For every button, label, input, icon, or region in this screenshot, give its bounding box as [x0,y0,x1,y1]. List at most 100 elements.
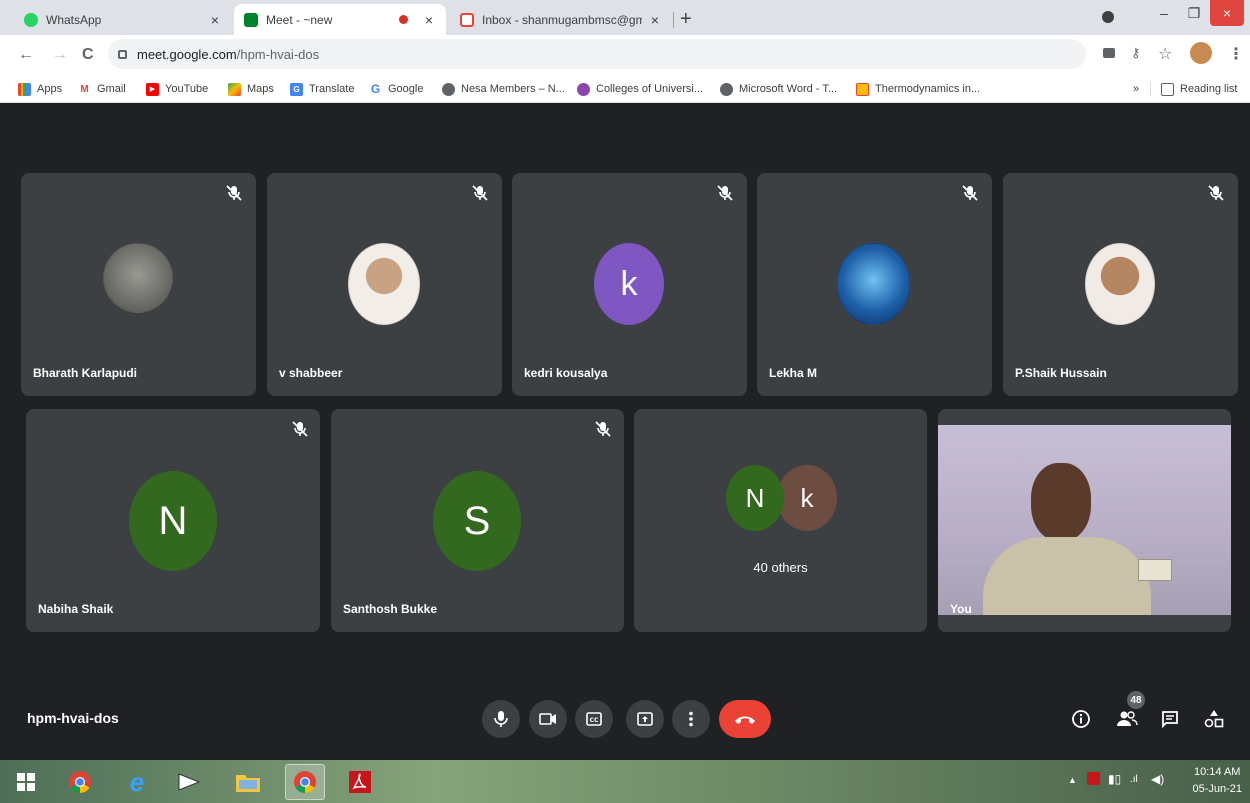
bookmark-maps[interactable]: Maps [228,81,274,97]
participant-tile[interactable]: Lekha M [757,173,992,396]
google-icon: G [370,82,381,96]
mic-off-icon [472,185,488,201]
participant-avatar: S [433,471,521,571]
camera-button[interactable] [529,700,567,738]
clock-date: 05-Jun-21 [1192,783,1242,795]
bookmark-gmail[interactable]: M Gmail [78,81,125,97]
participant-tile[interactable]: k kedri kousalya [512,173,747,396]
camera-icon [539,713,556,725]
reading-list-button[interactable]: Reading list [1161,81,1237,97]
present-screen-button[interactable] [626,700,664,738]
more-bookmarks-button[interactable]: » [1133,81,1139,97]
bookmark-label: Microsoft Word - T... [739,83,838,95]
participant-avatar [348,243,420,325]
profile-avatar[interactable] [1190,42,1212,64]
bookmark-google[interactable]: G Google [369,81,424,97]
bookmark-word[interactable]: Microsoft Word - T... [720,81,837,97]
bookmark-label: Translate [309,83,355,95]
tab-meet[interactable]: Meet - ~new × [234,4,446,35]
participant-tile[interactable]: v shabbeer [267,173,502,396]
back-button[interactable]: ← [18,46,34,64]
acrobat-icon [349,771,371,793]
participant-tile[interactable]: S Santhosh Bukke [331,409,624,632]
new-tab-button[interactable]: + [680,8,692,31]
taskbar-acrobat[interactable] [340,764,380,800]
participant-name: v shabbeer [279,366,343,380]
volume-icon[interactable]: ◀) [1151,772,1164,786]
taskbar-chrome-active[interactable] [285,764,325,800]
tab-divider [673,12,674,28]
password-key-icon[interactable]: ⚷ [1131,45,1141,61]
forward-button[interactable]: → [52,46,68,64]
participant-tile[interactable]: Bharath Karlapudi [21,173,256,396]
start-button[interactable] [6,764,46,800]
bookmark-divider [1150,82,1151,96]
windows-taskbar: e ▲ ▮▯ .ıl ◀) 10:14 AM 05-Jun-21 [0,760,1250,803]
chat-icon [1162,711,1178,728]
bookmark-label: Colleges of Universi... [596,83,703,95]
close-tab-icon[interactable]: × [422,12,436,28]
chat-button[interactable] [1157,706,1183,732]
network-icon[interactable]: ▮▯ [1108,772,1121,786]
globe-icon [442,82,455,96]
participant-tile[interactable]: N Nabiha Shaik [26,409,320,632]
participant-name: Lekha M [769,366,818,380]
reload-button[interactable]: C [82,46,94,64]
taskbar-internet-explorer[interactable]: e [117,764,157,800]
meeting-details-button[interactable] [1068,706,1094,732]
bookmark-translate[interactable]: G Translate [290,81,354,97]
chrome-icon [69,771,91,793]
participant-avatar [837,243,910,325]
tray-overflow-icon[interactable]: ▲ [1068,775,1077,785]
bookmark-youtube[interactable]: ▶ YouTube [146,81,208,97]
wall-switch [1138,559,1172,581]
reading-list-icon [1161,82,1174,96]
participant-count-badge: 48 [1127,691,1145,709]
recording-dot-icon [399,15,408,24]
bookmark-nesa[interactable]: Nesa Members – N... [442,81,565,97]
bookmark-thermodynamics[interactable]: Thermodynamics in... [856,81,980,97]
bookmark-colleges[interactable]: Colleges of Universi... [577,81,703,97]
self-view-tile[interactable]: You [938,409,1231,632]
close-tab-icon[interactable]: × [208,12,222,28]
tab-gmail[interactable]: Inbox - shanmugambmsc@gmail × [450,4,672,35]
tab-title: Inbox - shanmugambmsc@gmail [482,12,642,27]
mic-off-icon [226,185,242,201]
taskbar-chrome[interactable] [60,764,100,800]
participant-name: Nabiha Shaik [38,602,114,616]
close-tab-icon[interactable]: × [648,12,662,28]
menu-kebab-icon[interactable]: ⋮ [1228,44,1244,64]
others-tile[interactable]: N k 40 others [634,409,927,632]
globe-icon [720,82,733,96]
close-window-button[interactable]: × [1210,0,1244,26]
bookmark-apps[interactable]: Apps [18,81,62,97]
activities-button[interactable] [1201,706,1227,732]
tray-app-icon[interactable] [1087,772,1100,785]
windows-logo-icon [17,773,35,791]
taskbar-file-explorer[interactable] [228,764,268,800]
system-clock[interactable]: 10:14 AM 05-Jun-21 [1192,764,1242,798]
restore-button[interactable]: ❐ [1180,0,1208,26]
meet-stage: Bharath Karlapudi v shabbeer k kedri kou… [0,104,1250,760]
microphone-button[interactable] [482,700,520,738]
participant-avatar: N [726,465,784,531]
camera-permission-icon[interactable] [1103,48,1115,58]
more-options-button[interactable] [672,700,710,738]
reading-list-label: Reading list [1180,83,1238,95]
account-icon[interactable] [1098,4,1118,30]
participant-avatar [103,243,173,313]
bookmark-label: Google [388,83,424,95]
participants-button[interactable] [1114,706,1140,732]
captions-button[interactable]: CC [575,700,613,738]
tab-whatsapp[interactable]: WhatsApp × [14,4,232,35]
bookmark-star-icon[interactable]: ☆ [1158,44,1172,64]
signal-strength-icon[interactable]: .ıl [1130,774,1138,785]
svg-text:CC: CC [590,717,599,724]
activities-icon [1204,710,1224,728]
minimize-button[interactable]: – [1150,0,1178,26]
address-bar[interactable]: meet.google.com/hpm-hvai-dos [108,39,1086,69]
taskbar-pinned-app[interactable] [170,764,210,800]
leave-call-button[interactable] [719,700,771,738]
participant-tile[interactable]: P.Shaik Hussain [1003,173,1238,396]
clock-time: 10:14 AM [1193,766,1241,778]
